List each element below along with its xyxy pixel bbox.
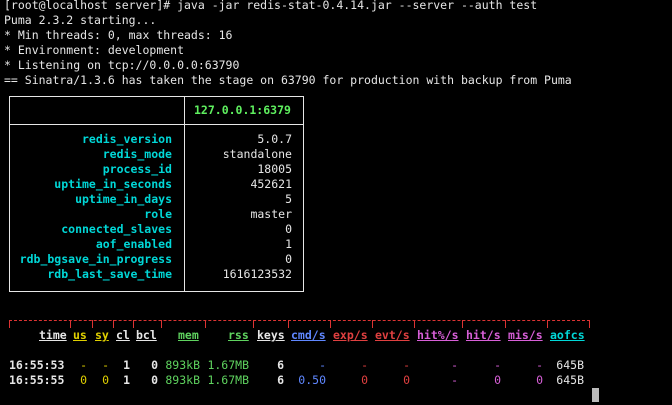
- column-separator: [414, 320, 415, 328]
- column-header-mem: mem: [178, 328, 199, 342]
- info-value: 5.0.7: [257, 132, 292, 146]
- info-value: 1616123532: [222, 267, 292, 281]
- column-header-hit-s: hit%/s: [417, 328, 459, 342]
- info-key: redis_version: [81, 132, 172, 146]
- table-cell: 0: [494, 373, 501, 387]
- info-key: aof_enabled: [95, 237, 172, 251]
- table-cell: 6: [277, 358, 284, 372]
- column-header-aofcs: aofcs: [550, 328, 585, 342]
- table-cell: 16:55:53: [9, 358, 65, 372]
- table-cell: 1.67MB: [207, 358, 249, 372]
- table-cell: 0: [536, 373, 543, 387]
- info-value: 5: [285, 192, 292, 206]
- redis-info-table: 127.0.0.1:6379 redis_version 5.0.7 redis_m…: [9, 96, 304, 292]
- table-cell: 6: [277, 373, 284, 387]
- table-cell: 0.50: [298, 373, 326, 387]
- table-rule: [9, 320, 590, 321]
- table-cell: -: [451, 358, 458, 372]
- table-cell: -: [102, 358, 109, 372]
- column-header-evt-s: evt/s: [375, 328, 410, 342]
- info-value: 0: [285, 252, 292, 266]
- column-header-exp-s: exp/s: [333, 328, 368, 342]
- table-cell: 893kB: [165, 373, 200, 387]
- column-header-rss: rss: [228, 328, 249, 342]
- column-separator: [92, 320, 93, 328]
- table-cell: 0: [151, 373, 158, 387]
- table-cell: 645B: [556, 358, 584, 372]
- info-key: connected_slaves: [61, 222, 172, 236]
- host-address: 127.0.0.1:6379: [194, 103, 291, 117]
- column-separator: [288, 320, 289, 328]
- log-line: * Min threads: 0, max threads: 16: [4, 28, 233, 42]
- table-cell: 893kB: [165, 358, 200, 372]
- column-separator: [205, 320, 206, 328]
- log-line: Puma 2.3.2 starting...: [4, 13, 157, 27]
- log-line: * Listening on tcp://0.0.0.0:63790: [4, 58, 240, 72]
- info-value: master: [250, 207, 292, 221]
- info-key: role: [144, 207, 172, 221]
- column-header-keys: keys: [257, 328, 285, 342]
- column-separator: [253, 320, 254, 328]
- info-key: process_id: [102, 162, 172, 176]
- table-divider: [184, 97, 185, 291]
- info-value: 18005: [257, 162, 292, 176]
- column-separator: [330, 320, 331, 328]
- column-header-mis-s: mis/s: [508, 328, 543, 342]
- table-cell: 0: [403, 373, 410, 387]
- column-header-cl: cl: [116, 328, 130, 342]
- info-key: rdb_bgsave_in_progress: [19, 252, 172, 266]
- column-separator: [113, 320, 114, 328]
- column-header-sy: sy: [95, 328, 109, 342]
- info-value: 452621: [250, 177, 292, 191]
- log-line: == Sinatra/1.3.6 has taken the stage on …: [4, 73, 572, 87]
- table-cell: 645B: [556, 373, 584, 387]
- table-cell: -: [361, 358, 368, 372]
- table-cell: 1.67MB: [207, 373, 249, 387]
- table-divider: [10, 124, 303, 125]
- column-header-time: time: [39, 328, 67, 342]
- table-cell: 0: [102, 373, 109, 387]
- info-key: uptime_in_seconds: [54, 177, 172, 191]
- column-separator: [462, 320, 463, 328]
- table-cell: -: [451, 373, 458, 387]
- info-value: 0: [285, 222, 292, 236]
- column-separator: [589, 320, 590, 328]
- table-cell: 0: [80, 373, 87, 387]
- column-separator: [547, 320, 548, 328]
- info-value: 1: [285, 237, 292, 251]
- column-separator: [133, 320, 134, 328]
- log-line: * Environment: development: [4, 43, 185, 57]
- info-value: standalone: [222, 147, 292, 161]
- column-header-hit-s: hit/s: [466, 328, 501, 342]
- info-key: rdb_last_save_time: [47, 267, 172, 281]
- table-cell: -: [494, 358, 501, 372]
- column-header-us: us: [73, 328, 87, 342]
- column-header-cmd-s: cmd/s: [291, 328, 326, 342]
- table-cell: 0: [361, 373, 368, 387]
- column-separator: [372, 320, 373, 328]
- info-key: redis_mode: [102, 147, 172, 161]
- table-cell: -: [80, 358, 87, 372]
- column-header-bcl: bcl: [136, 328, 157, 342]
- table-cell: -: [403, 358, 410, 372]
- table-cell: 0: [151, 358, 158, 372]
- column-separator: [9, 320, 10, 328]
- table-cell: 1: [123, 358, 130, 372]
- column-separator: [70, 320, 71, 328]
- command-line: [root@localhost server]# java -jar redis…: [4, 0, 538, 12]
- column-separator: [505, 320, 506, 328]
- table-cell: -: [536, 358, 543, 372]
- terminal-cursor: [592, 388, 599, 402]
- table-cell: 16:55:55: [9, 373, 65, 387]
- info-key: uptime_in_days: [75, 192, 172, 206]
- column-separator: [161, 320, 162, 328]
- table-cell: -: [319, 358, 326, 372]
- table-cell: 1: [123, 373, 130, 387]
